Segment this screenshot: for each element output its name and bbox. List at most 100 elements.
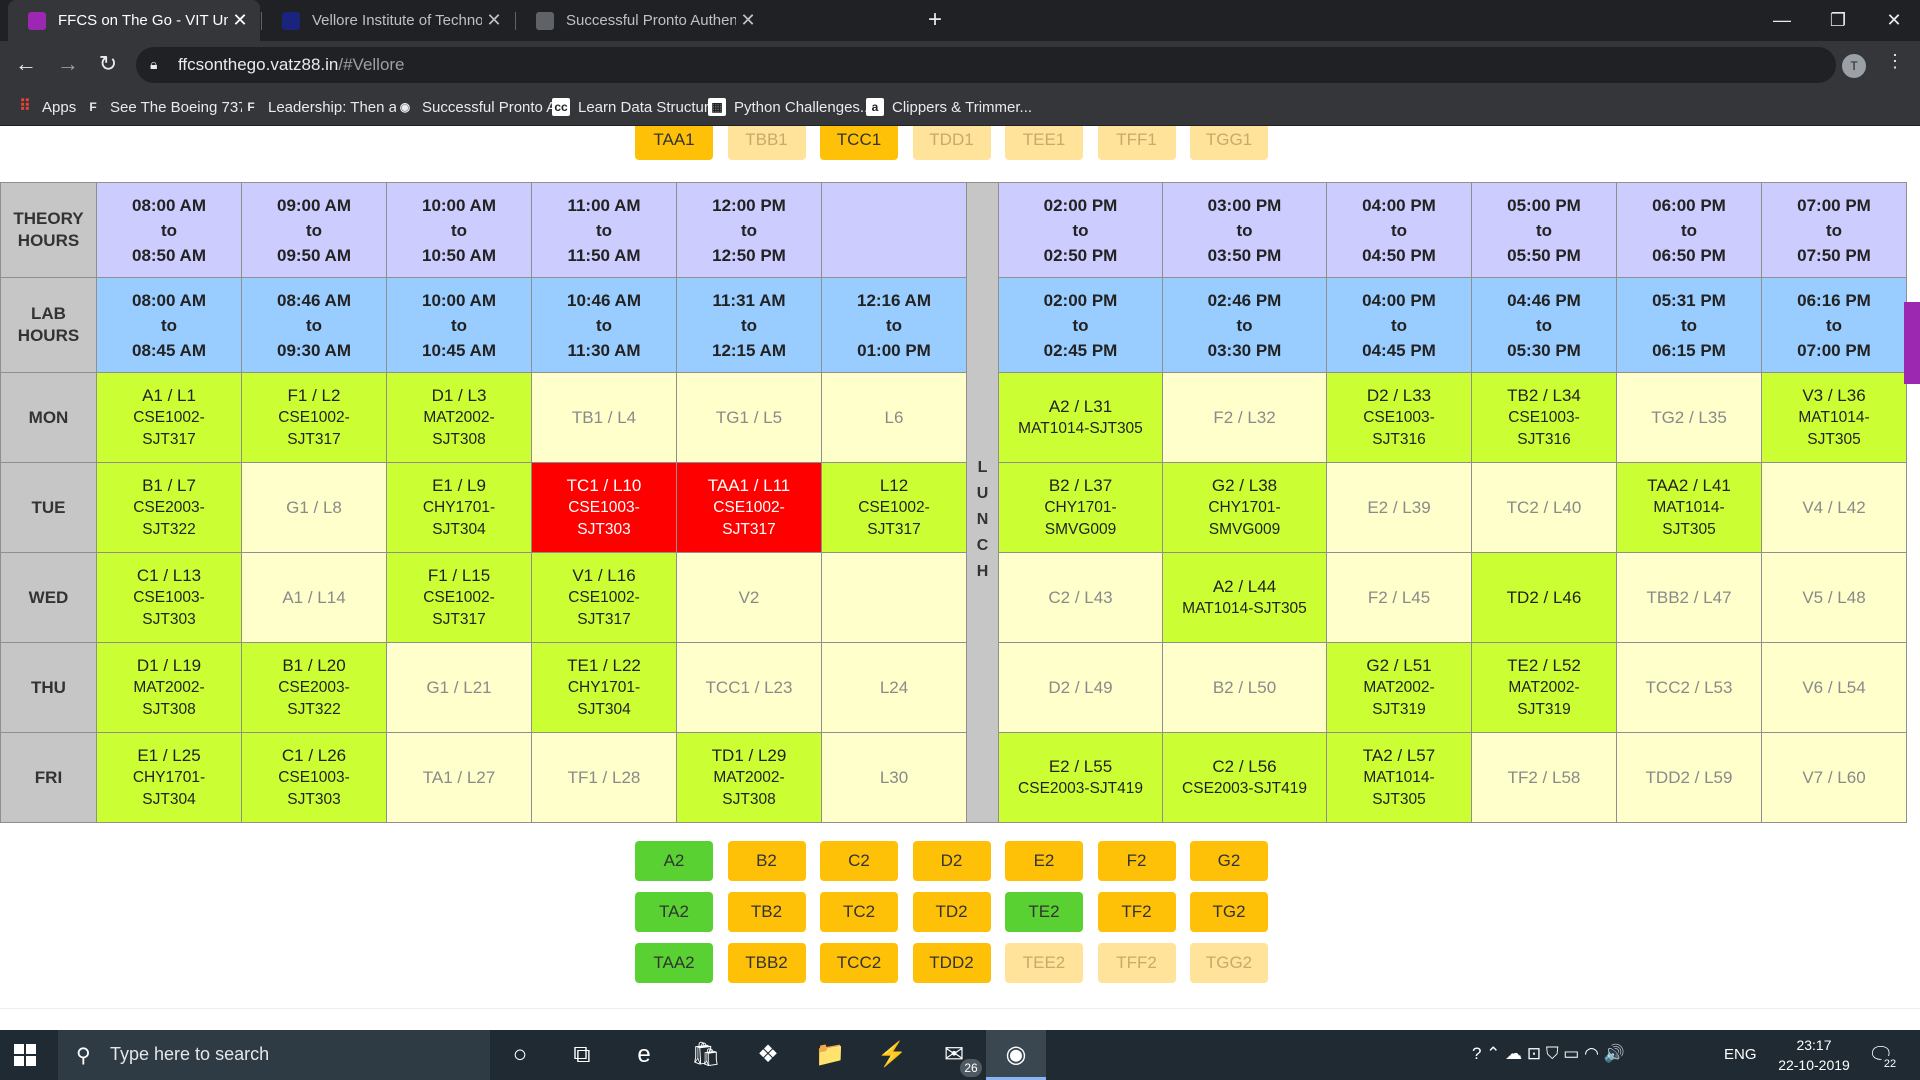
taskbar-search-box[interactable]: ⚲ Type here to search — [58, 1030, 490, 1080]
timetable-cell[interactable]: G2 / L51 MAT2002- SJT319 — [1326, 642, 1472, 733]
timetable-cell[interactable]: E2 / L55 CSE2003-SJT419 — [998, 732, 1163, 823]
browser-tab[interactable]: Vellore Institute of Technology (V✕ — [262, 0, 514, 41]
timetable-cell[interactable]: A1 / L1 CSE1002- SJT317 — [96, 372, 242, 463]
timetable-cell[interactable]: A1 / L14 — [241, 552, 387, 643]
bookmark-item[interactable]: ⠿ Apps — [16, 96, 76, 118]
slot-button-tg2[interactable]: TG2 — [1190, 892, 1268, 932]
timetable-cell[interactable]: V5 / L48 — [1761, 552, 1907, 643]
timetable-cell[interactable]: E2 / L39 — [1326, 462, 1472, 553]
slot-button-tff1[interactable]: TFF1 — [1097, 126, 1176, 160]
timetable-cell[interactable]: B1 / L7 CSE2003- SJT322 — [96, 462, 242, 553]
timetable-cell[interactable]: B1 / L20 CSE2003- SJT322 — [241, 642, 387, 733]
timetable-cell[interactable]: D2 / L33 CSE1003- SJT316 — [1326, 372, 1472, 463]
timetable-cell[interactable]: L24 — [821, 642, 967, 733]
timetable-cell[interactable]: F2 / L32 — [1162, 372, 1327, 463]
cortana-icon[interactable]: ○ — [490, 1030, 550, 1080]
timetable-cell[interactable]: TDD2 / L59 — [1616, 732, 1762, 823]
windows-start-icon[interactable] — [14, 1044, 36, 1066]
slot-button-tb2[interactable]: TB2 — [727, 892, 806, 932]
bookmark-item[interactable]: ▦ Python Challenges... — [708, 96, 872, 118]
bookmark-item[interactable]: F Leadership: Then a... — [242, 96, 410, 118]
timetable-cell[interactable]: TA1 / L27 — [386, 732, 532, 823]
task-view-icon[interactable]: ⧉ — [552, 1030, 612, 1080]
timetable-cell[interactable]: TBB2 / L47 — [1616, 552, 1762, 643]
slot-button-tdd1[interactable]: TDD1 — [912, 126, 991, 160]
bookmark-item[interactable]: ◉ Successful Pronto A... — [396, 96, 569, 118]
timetable-cell[interactable]: F2 / L45 — [1326, 552, 1472, 643]
vscode-icon[interactable]: ⚡ — [862, 1030, 922, 1080]
timetable-cell[interactable]: V3 / L36 MAT1014- SJT305 — [1761, 372, 1907, 463]
store-icon[interactable]: 🛍 — [676, 1030, 736, 1080]
bookmark-item[interactable]: F See The Boeing 737... — [84, 96, 259, 118]
slot-button-td2[interactable]: TD2 — [912, 892, 991, 932]
file-explorer-icon[interactable]: 📁 — [800, 1030, 860, 1080]
timetable-cell[interactable]: L30 — [821, 732, 967, 823]
slot-button-ta2[interactable]: TA2 — [635, 892, 713, 932]
timetable-cell[interactable]: TCC1 / L23 — [676, 642, 822, 733]
timetable-cell[interactable]: TC1 / L10 CSE1003- SJT303 — [531, 462, 677, 553]
slot-button-taa1[interactable]: TAA1 — [635, 126, 713, 160]
slot-button-tf2[interactable]: TF2 — [1097, 892, 1176, 932]
timetable-cell[interactable]: E1 / L25 CHY1701- SJT304 — [96, 732, 242, 823]
chrome-menu-icon[interactable]: ⋮ — [1886, 51, 1904, 72]
slot-button-te2[interactable]: TE2 — [1005, 892, 1083, 932]
timetable-cell[interactable]: V2 — [676, 552, 822, 643]
timetable-cell[interactable]: TD1 / L29 MAT2002- SJT308 — [676, 732, 822, 823]
timetable-cell[interactable]: B2 / L37 CHY1701- SMVG009 — [998, 462, 1163, 553]
timetable-cell[interactable]: C1 / L26 CSE1003- SJT303 — [241, 732, 387, 823]
url-text[interactable]: ffcsonthego.vatz88.in/#Vellore — [178, 55, 405, 75]
slot-button-taa2[interactable]: TAA2 — [635, 943, 713, 983]
timetable-cell[interactable]: TC2 / L40 — [1471, 462, 1617, 553]
slot-button-tgg2[interactable]: TGG2 — [1190, 943, 1268, 983]
timetable-cell[interactable]: B2 / L50 — [1162, 642, 1327, 733]
timetable-cell[interactable]: C2 / L56 CSE2003-SJT419 — [1162, 732, 1327, 823]
address-bar[interactable]: 🔒︎ ffcsonthego.vatz88.in/#Vellore ☆ — [136, 47, 1836, 83]
timetable-cell[interactable]: V4 / L42 — [1761, 462, 1907, 553]
slot-button-tc2[interactable]: TC2 — [820, 892, 898, 932]
slot-button-tff2[interactable]: TFF2 — [1097, 943, 1176, 983]
slot-button-g2[interactable]: G2 — [1190, 841, 1268, 881]
timetable-cell[interactable]: TAA2 / L41 MAT1014- SJT305 — [1616, 462, 1762, 553]
timetable-cell[interactable]: TF2 / L58 — [1471, 732, 1617, 823]
timetable-cell[interactable]: F1 / L2 CSE1002- SJT317 — [241, 372, 387, 463]
timetable-cell[interactable]: G1 / L8 — [241, 462, 387, 553]
reload-button[interactable]: ↻ — [92, 49, 124, 81]
timetable-cell[interactable]: A2 / L31 MAT1014-SJT305 — [998, 372, 1163, 463]
timetable-cell[interactable]: TB2 / L34 CSE1003- SJT316 — [1471, 372, 1617, 463]
tab-close-icon[interactable]: ✕ — [228, 10, 252, 31]
timetable-cell[interactable]: F1 / L15 CSE1002- SJT317 — [386, 552, 532, 643]
bookmark-item[interactable]: a Clippers & Trimmer... — [866, 96, 1032, 118]
profile-avatar[interactable]: T — [1842, 54, 1866, 78]
timetable-cell[interactable] — [821, 552, 967, 643]
edge-icon[interactable]: e — [614, 1030, 674, 1080]
timetable-cell[interactable]: TF1 / L28 — [531, 732, 677, 823]
timetable-cell[interactable]: E1 / L9 CHY1701- SJT304 — [386, 462, 532, 553]
timetable-cell[interactable]: C1 / L13 CSE1003- SJT303 — [96, 552, 242, 643]
timetable-cell[interactable]: D1 / L19 MAT2002- SJT308 — [96, 642, 242, 733]
timetable-cell[interactable]: TE2 / L52 MAT2002- SJT319 — [1471, 642, 1617, 733]
timetable-cell[interactable]: TA2 / L57 MAT1014- SJT305 — [1326, 732, 1472, 823]
slot-button-d2[interactable]: D2 — [912, 841, 991, 881]
timetable-cell[interactable]: D2 / L49 — [998, 642, 1163, 733]
slot-button-a2[interactable]: A2 — [635, 841, 713, 881]
slot-button-tdd2[interactable]: TDD2 — [912, 943, 991, 983]
bookmark-item[interactable]: cc Learn Data Structur... — [552, 96, 721, 118]
clock[interactable]: 23:17 22-10-2019 — [1774, 1035, 1854, 1075]
slot-button-c2[interactable]: C2 — [820, 841, 898, 881]
timetable-cell[interactable]: C2 / L43 — [998, 552, 1163, 643]
dropbox-icon[interactable]: ❖ — [738, 1030, 798, 1080]
timetable-cell[interactable]: TG2 / L35 — [1616, 372, 1762, 463]
minimize-button[interactable]: — — [1754, 0, 1810, 41]
slot-button-tee1[interactable]: TEE1 — [1005, 126, 1083, 160]
browser-tab[interactable]: Successful Pronto Authentication✕ — [516, 0, 768, 41]
timetable-cell[interactable]: L12 CSE1002- SJT317 — [821, 462, 967, 553]
timetable-cell[interactable]: TB1 / L4 — [531, 372, 677, 463]
slot-button-tbb2[interactable]: TBB2 — [727, 943, 806, 983]
chrome-icon[interactable]: ◉ — [986, 1030, 1046, 1080]
timetable-cell[interactable]: TCC2 / L53 — [1616, 642, 1762, 733]
side-tab-marker[interactable] — [1904, 302, 1920, 384]
timetable-cell[interactable]: TAA1 / L11 CSE1002- SJT317 — [676, 462, 822, 553]
forward-button[interactable]: → — [52, 49, 84, 81]
slot-button-tcc1[interactable]: TCC1 — [820, 126, 898, 160]
new-tab-button[interactable]: + — [920, 6, 950, 36]
